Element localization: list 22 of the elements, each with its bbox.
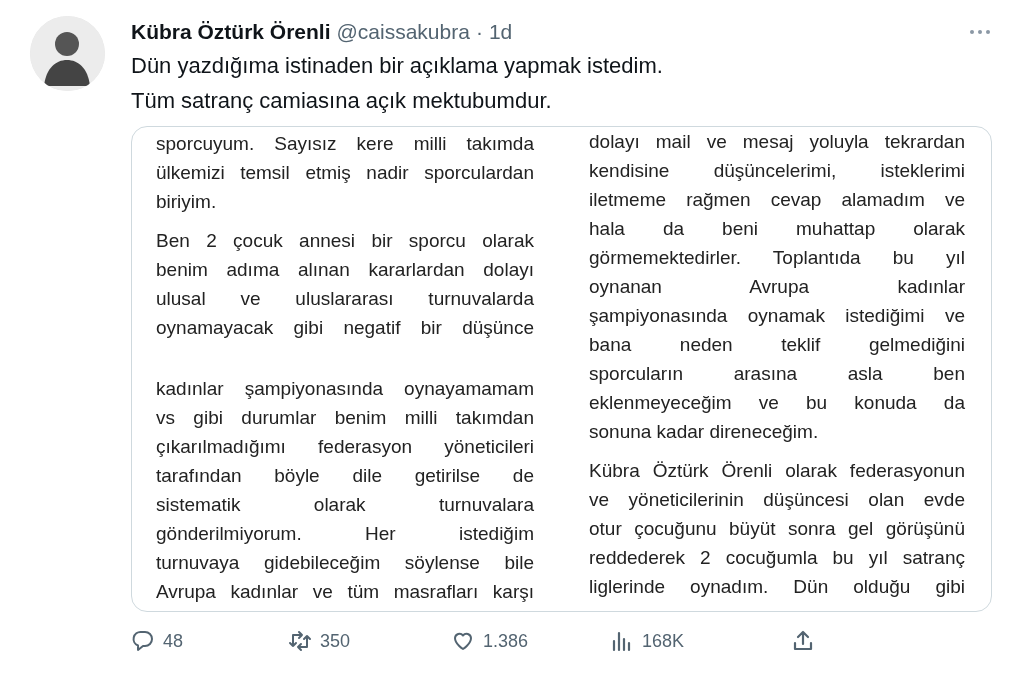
post-text: Dün yazdığıma istinaden bir açıklama yapmak istedim.: [131, 52, 664, 80]
repost-button[interactable]: 350: [288, 629, 451, 653]
document-paragraph: kadınlar şampiyonasında oynayamamam vs gibi durumlar benim milli takımdan çıkarılmadığımı federasyon yöneticileri tarafından böyle dile getirilse de sistematik olarak turnuvalara gönderilmiyorum. Her istediğim turnuvaya gidebileceğim söylense bile Avrupa kadınlar ve tüm masrafları karşı: [156, 377, 534, 604]
post-text: Tüm satranç camiasına açık mektubumdur.: [131, 87, 553, 115]
separator-dot: ·: [475, 20, 483, 44]
share-button[interactable]: [791, 629, 815, 653]
attached-document[interactable]: [131, 126, 992, 612]
post-time[interactable]: 1d: [488, 20, 513, 44]
author-name[interactable]: Kübra Öztürk Örenli: [131, 20, 331, 44]
speech-bubble-icon: [131, 629, 155, 653]
share-icon: [791, 629, 815, 653]
document-paragraph: sporcuyum. Sayısız kere milli takımda ülkemizi temsil etmiş nadir sporculardan biriyim.: [156, 132, 534, 214]
document-paragraph: dolayı mail ve mesaj yoluyla tekrardan kendisine düşüncelerimi, isteklerimi iletmeme rağmen cevap alamadım ve hala da beni muhattap olarak görmemektedirler. Toplantıda bu yıl oynanan Avrupa kadınlar şampiyonasında oynamak istediğimi ve bana neden teklif gelmediğini sporcuların arasına asla ben eklenmeyeceğim ve bu konuda da sonuna kadar direneceğim.: [589, 130, 965, 444]
more-icon[interactable]: [968, 28, 992, 36]
document-paragraph: Ben 2 çocuk annesi bir sporcu olarak benim adıma alınan kararlardan dolayı ulusal ve uluslararası turnuvalarda oynamayacak gibi negatif bir düşünce: [156, 229, 534, 340]
author-handle[interactable]: @caissakubra: [336, 20, 470, 44]
document-paragraph: Kübra Öztürk Örenli olarak federasyonun ve yöneticilerinin düşüncesi olan evde otur çocuğunu büyüt sonra gel görüşünü reddederek 2 cocuğumla bu yıl satranç liglerinde oynadım. Dün olduğu gibi: [589, 459, 965, 599]
repost-icon: [288, 629, 312, 653]
reply-button[interactable]: 48: [131, 629, 288, 653]
like-button[interactable]: 1.386: [451, 629, 610, 653]
avatar[interactable]: [30, 16, 105, 91]
views-button[interactable]: 168K: [610, 629, 791, 653]
